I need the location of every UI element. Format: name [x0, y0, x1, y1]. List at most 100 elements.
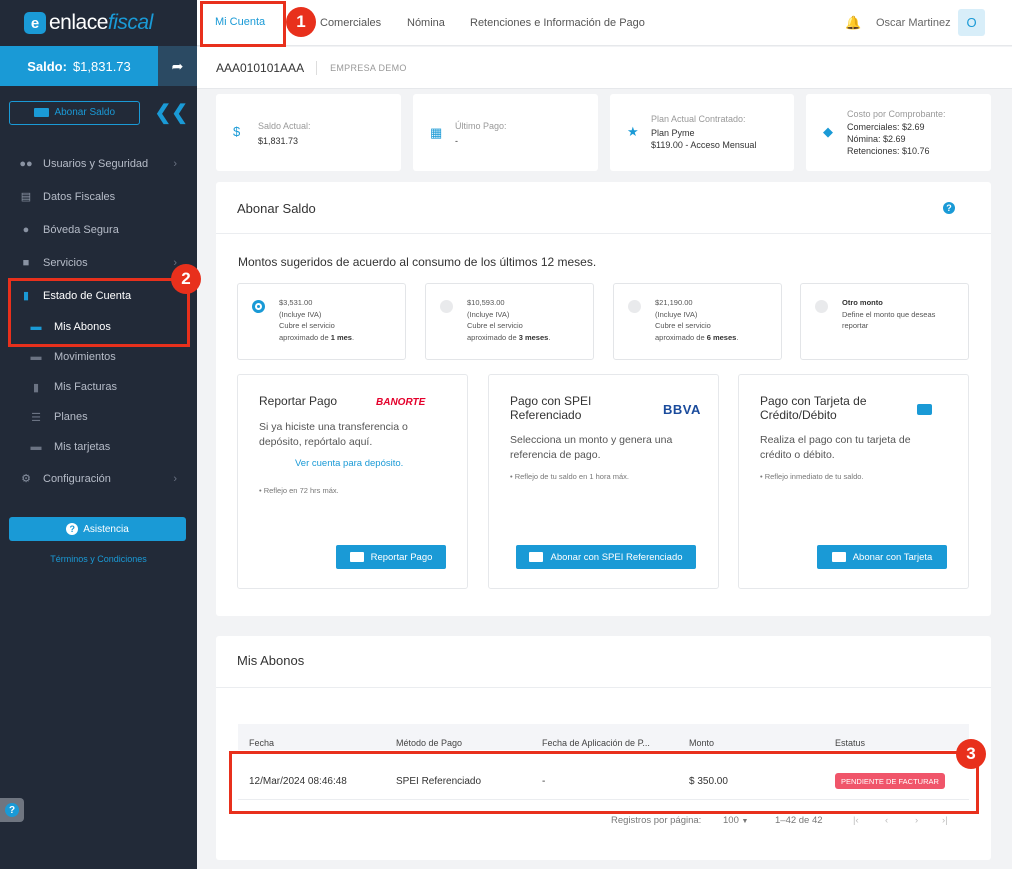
bbva-logo: BBVA	[663, 402, 701, 417]
logo[interactable]: e enlacefiscal	[0, 0, 197, 46]
abonar-spei-button[interactable]: Abonar con SPEI Referenciado	[516, 545, 696, 569]
stat-label: Costo por Comprobante:	[847, 109, 946, 119]
sidebar-item-label: Usuarios y Seguridad	[43, 157, 149, 170]
sidebar-item-usuarios[interactable]: ●● Usuarios y Seguridad ›	[0, 147, 197, 180]
card-desc: Si ya hiciste una transferencia o	[259, 421, 408, 433]
stat-value: $1,831.73	[258, 136, 299, 146]
otro-monto-title: Otro monto	[842, 298, 883, 307]
sidebar-item-servicios[interactable]: ■ Servicios ›	[0, 246, 197, 279]
column-header[interactable]: Método de Pago	[396, 738, 462, 748]
column-header[interactable]: Monto	[689, 738, 714, 748]
ver-cuenta-link[interactable]: Ver cuenta para depósito.	[295, 458, 403, 469]
first-page-icon[interactable]: |‹	[853, 815, 859, 826]
annotation-number-3: 3	[956, 739, 986, 769]
sidebar-subitem-planes[interactable]: ☰ Planes	[0, 402, 197, 432]
option-period: 1 mes	[330, 332, 352, 342]
sidebar-subitem-mis-facturas[interactable]: ▮ Mis Facturas	[0, 372, 197, 402]
tab-retenciones[interactable]: Retenciones e Información de Pago	[470, 0, 645, 46]
card-title: Pago con Tarjeta de	[760, 394, 867, 408]
sidebar-item-boveda[interactable]: ● Bóveda Segura	[0, 213, 197, 246]
option-desc: Cubre el servicio	[467, 321, 523, 330]
sidebar-item-configuracion[interactable]: ⚙ Configuración ›	[0, 462, 197, 495]
option-iva: (Incluye IVA)	[655, 309, 698, 319]
money-icon	[34, 108, 50, 117]
saldo-value: $1,831.73	[72, 58, 131, 74]
receipt-icon	[529, 552, 544, 562]
sidebar: e enlacefiscal Saldo: $1,831.73 ➦ Abonar…	[0, 0, 197, 869]
collapse-sidebar-icon[interactable]: ❮❮	[154, 100, 188, 125]
next-page-icon[interactable]: ›	[915, 815, 918, 826]
logo-text-accent: fiscal	[107, 11, 153, 34]
monto-option-1[interactable]: $3,531.00 (Incluye IVA) Cubre el servici…	[237, 283, 406, 360]
sidebar-subitem-mis-tarjetas[interactable]: ▬ Mis tarjetas	[0, 432, 197, 462]
sidebar-item-label: Configuración	[43, 472, 111, 485]
option-desc: Cubre el servicio	[279, 321, 335, 330]
stat-costo: ◆ Costo por Comprobante: Comerciales: $2…	[806, 94, 991, 171]
button-label: Abonar con Tarjeta	[852, 551, 933, 563]
montos-title: Montos sugeridos de acuerdo al consumo d…	[238, 255, 597, 269]
card-title: Crédito/Débito	[760, 408, 837, 422]
caret-down-icon: ▼	[741, 818, 749, 825]
button-label: Reportar Pago	[370, 551, 433, 563]
abonar-saldo-button[interactable]: Abonar Saldo	[9, 100, 141, 125]
radio-selected[interactable]	[252, 300, 265, 313]
dollar-icon: $	[233, 124, 241, 139]
annotation-box-1	[200, 1, 286, 47]
user-name[interactable]: Oscar Martinez	[876, 17, 951, 29]
saldo-label: Saldo:	[27, 58, 67, 74]
spei-card: Pago con SPEI Referenciado BBVA Seleccio…	[488, 374, 719, 589]
card-note: • Reflejo en 72 hrs máx.	[259, 486, 339, 495]
monto-option-otro[interactable]: Otro monto Define el monto que deseas re…	[800, 283, 969, 360]
card-note: • Reflejo inmediato de tu saldo.	[760, 472, 864, 481]
tarjeta-card: Pago con Tarjeta de Crédito/Débito Reali…	[738, 374, 969, 589]
credit-card-icon: ▬	[30, 441, 42, 453]
vault-icon: ●	[22, 223, 30, 236]
radio-unselected[interactable]	[440, 300, 453, 313]
avatar[interactable]: O	[958, 9, 985, 36]
option-iva: (Incluye IVA)	[279, 309, 322, 319]
annotation-box-3	[229, 751, 979, 814]
terms-link[interactable]: Términos y Condiciones	[0, 554, 197, 564]
stat-plan: ★ Plan Actual Contratado: Plan Pyme $119…	[610, 94, 794, 171]
prev-page-icon[interactable]: ‹	[885, 815, 888, 826]
page-size-select[interactable]: 100 ▼	[723, 815, 748, 826]
sidebar-subitem-label: Planes	[54, 411, 88, 423]
sidebar-item-datos-fiscales[interactable]: ▤ Datos Fiscales	[0, 180, 197, 213]
annotation-number-1: 1	[286, 7, 316, 37]
monto-option-3[interactable]: $10,593.00 (Incluye IVA) Cubre el servic…	[425, 283, 594, 360]
help-float-button[interactable]: ?	[0, 798, 24, 822]
monto-option-6[interactable]: $21,190.00 (Incluye IVA) Cubre el servic…	[613, 283, 782, 360]
tab-nomina[interactable]: Nómina	[407, 0, 445, 46]
rfc-label: AAA010101AAA	[216, 60, 318, 75]
star-icon: ★	[627, 124, 639, 139]
share-icon[interactable]: ➦	[158, 46, 197, 86]
radio-unselected[interactable]	[628, 300, 641, 313]
column-header[interactable]: Fecha de Aplicación de P...	[542, 738, 650, 748]
card-desc: depósito, repórtalo aquí.	[259, 436, 373, 448]
column-header[interactable]: Fecha	[249, 738, 274, 748]
otro-monto-desc: Define el monto que deseas	[842, 309, 936, 319]
costo-comerciales: Comerciales: $2.69	[847, 122, 925, 132]
column-header[interactable]: Estatus	[835, 738, 865, 748]
card-title: Referenciado	[510, 408, 582, 422]
option-desc: Cubre el servicio	[655, 321, 711, 330]
last-page-icon[interactable]: ›|	[942, 815, 948, 826]
abonar-tarjeta-button[interactable]: Abonar con Tarjeta	[817, 545, 947, 569]
asistencia-button[interactable]: ? Asistencia	[9, 517, 186, 541]
radio-unselected[interactable]	[815, 300, 828, 313]
card-desc: Realiza el pago con tu tarjeta de	[760, 434, 911, 446]
stat-label: Último Pago:	[455, 121, 507, 131]
help-icon[interactable]: ?	[943, 202, 955, 214]
costo-retenciones: Retenciones: $10.76	[847, 146, 930, 156]
option-amount: $21,190.00	[655, 298, 693, 307]
sidebar-item-label: Servicios	[43, 256, 88, 269]
tab-comerciales[interactable]: Comerciales	[320, 0, 381, 46]
money-icon	[349, 552, 364, 562]
sidebar-item-label: Datos Fiscales	[43, 190, 116, 203]
bell-icon[interactable]: 🔔	[845, 15, 861, 31]
reportar-pago-button[interactable]: Reportar Pago	[336, 545, 446, 569]
list-icon: ☰	[31, 411, 41, 424]
panel-title: Mis Abonos	[237, 653, 305, 668]
card-title: Pago con SPEI	[510, 394, 592, 408]
panel-title: Abonar Saldo	[237, 201, 316, 216]
